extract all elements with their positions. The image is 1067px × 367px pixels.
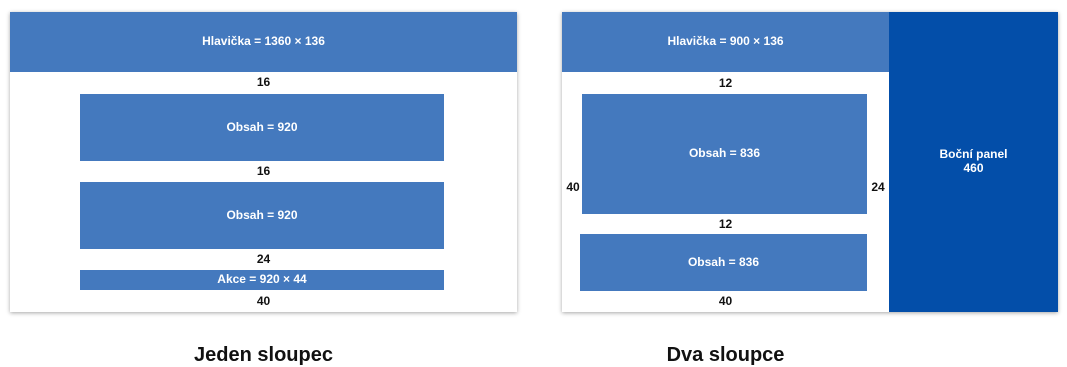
sidebar-label-title: Boční panel [939,147,1008,162]
two-column-diagram: Hlavička = 900 × 136 Boční panel 460 12 … [562,12,1058,312]
right-gutter-label: 24 [871,180,885,194]
header-block: Hlavička = 1360 × 136 [10,12,517,72]
content-label: Obsah = 836 [688,146,761,161]
content-block: Obsah = 836 [580,234,867,291]
bottom-gap-label: 40 [718,294,733,308]
caption: Dva sloupce [666,344,785,366]
gap-label: 16 [256,164,271,178]
gap-label: 12 [718,76,733,90]
content-block: Obsah = 920 [80,94,444,161]
actions-label: Akce = 920 × 44 [217,272,307,287]
left-margin-label: 40 [566,180,580,194]
bottom-gap-label: 40 [256,294,271,308]
gap-label: 16 [256,75,271,89]
actions-block: Akce = 920 × 44 [80,270,444,290]
single-column-diagram: Hlavička = 1360 × 136 16 Obsah = 920 16 … [10,12,517,312]
content-block: Obsah = 920 [80,182,444,249]
content-block: Obsah = 836 [582,94,867,214]
caption: Jeden sloupec [194,344,333,366]
gap-label: 12 [718,217,733,231]
header-label: Hlavička = 900 × 136 [667,34,784,49]
content-label: Obsah = 920 [226,119,298,134]
content-label: Obsah = 836 [687,254,760,269]
sidebar-block: Boční panel 460 [889,12,1058,312]
content-label: Obsah = 920 [226,207,298,222]
header-block: Hlavička = 900 × 136 [562,12,889,72]
header-label: Hlavička = 1360 × 136 [202,34,325,49]
sidebar-label-width: 460 [963,161,984,175]
gap-label: 24 [256,252,271,266]
